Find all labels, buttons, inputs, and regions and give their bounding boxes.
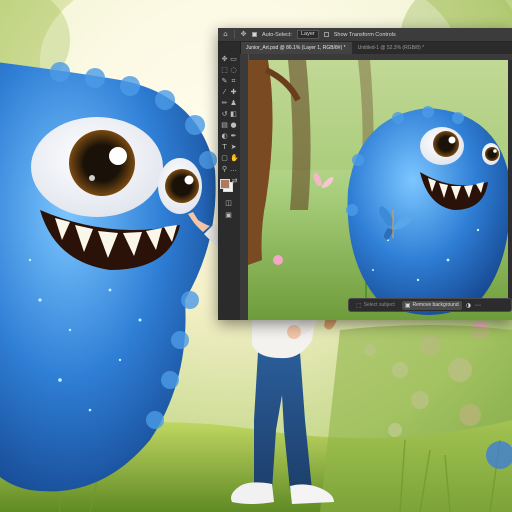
stamp-icon[interactable]: ♟ [230,100,237,107]
remove-background-button[interactable]: ▣ Remove background [401,300,462,310]
auto-select-label: Auto-Select: [262,31,292,38]
history-brush-icon[interactable]: ↺ [221,111,228,118]
shape-icon[interactable]: ▢ [221,155,228,162]
healing-icon[interactable]: ✚ [230,89,237,96]
adjust-icon[interactable]: ◑ [466,302,471,309]
show-transform-checkbox[interactable] [323,32,329,37]
hand-icon[interactable]: ✋ [230,155,239,162]
options-bar: ⌂ ✥ Auto-Select: Layer Show Transform Co… [218,28,512,42]
pen-icon[interactable]: ✒ [230,133,237,140]
home-icon[interactable]: ⌂ [222,31,229,38]
tab-junior-art[interactable]: Junior_Art.psd @ 86.1% (Layer 1, RGB/8#)… [240,42,352,54]
document-tabs: Junior_Art.psd @ 86.1% (Layer 1, RGB/8#)… [240,42,512,54]
show-transform-label: Show Transform Controls [333,31,396,38]
swap-icon[interactable]: ⇄ [231,178,238,185]
gradient-icon[interactable]: ▤ [221,122,228,129]
quick-mask-icon[interactable]: ◫ [225,200,232,207]
eyedropper-icon[interactable]: ⁄ [221,89,228,96]
auto-select-checkbox[interactable] [252,32,257,37]
select-subject-icon: ⬚ [356,301,362,309]
photoshop-window: ⌂ ✥ Auto-Select: Layer Show Transform Co… [218,28,512,320]
tab-untitled-1[interactable]: Untitled-1 @ 52.3% (RGB/8) * [352,42,431,54]
separator [234,30,235,39]
blur-icon[interactable]: ● [230,122,237,129]
move-icon[interactable]: ✥ [240,31,247,38]
lasso-icon[interactable]: ◌ [230,67,237,74]
document-canvas[interactable] [248,60,512,320]
auto-select-target-dropdown[interactable]: Layer [296,30,319,39]
zoom-icon[interactable]: ⚲ [221,166,228,173]
eraser-icon[interactable]: ◧ [230,111,237,118]
more-tools-icon[interactable]: … [230,166,237,173]
type-icon[interactable]: T [221,144,228,151]
artboard-icon[interactable]: ▭ [230,56,237,63]
select-subject-button[interactable]: ⬚ Select subject [353,301,398,310]
foreground-color-swatch[interactable] [220,179,230,189]
contextual-task-bar: ⬚ Select subject ▣ Remove background ◑ ⋯ [348,298,512,312]
crop-icon[interactable]: ⌗ [230,78,237,85]
brush-icon[interactable]: ✏ [221,100,228,107]
screen-mode-icon[interactable]: ▣ [225,212,232,219]
select-subject-label: Select subject [363,302,395,308]
marquee-icon[interactable]: ⬚ [221,67,228,74]
remove-background-label: Remove background [412,302,459,308]
vertical-scrollbar[interactable] [508,60,512,300]
path-select-icon[interactable]: ➤ [230,144,237,151]
toolbar: ✥ ▭ ⬚ ◌ ✎ ⌗ ⁄ ✚ ✏ ♟ ↺ ◧ ▤ ● ◐ ✒ T ➤ ▢ ✋ … [218,42,241,320]
remove-background-icon: ▣ [404,301,411,309]
dodge-icon[interactable]: ◐ [221,133,228,140]
quick-select-icon[interactable]: ✎ [221,78,228,85]
more-options-icon[interactable]: ⋯ [475,302,481,309]
move-icon[interactable]: ✥ [221,56,228,63]
